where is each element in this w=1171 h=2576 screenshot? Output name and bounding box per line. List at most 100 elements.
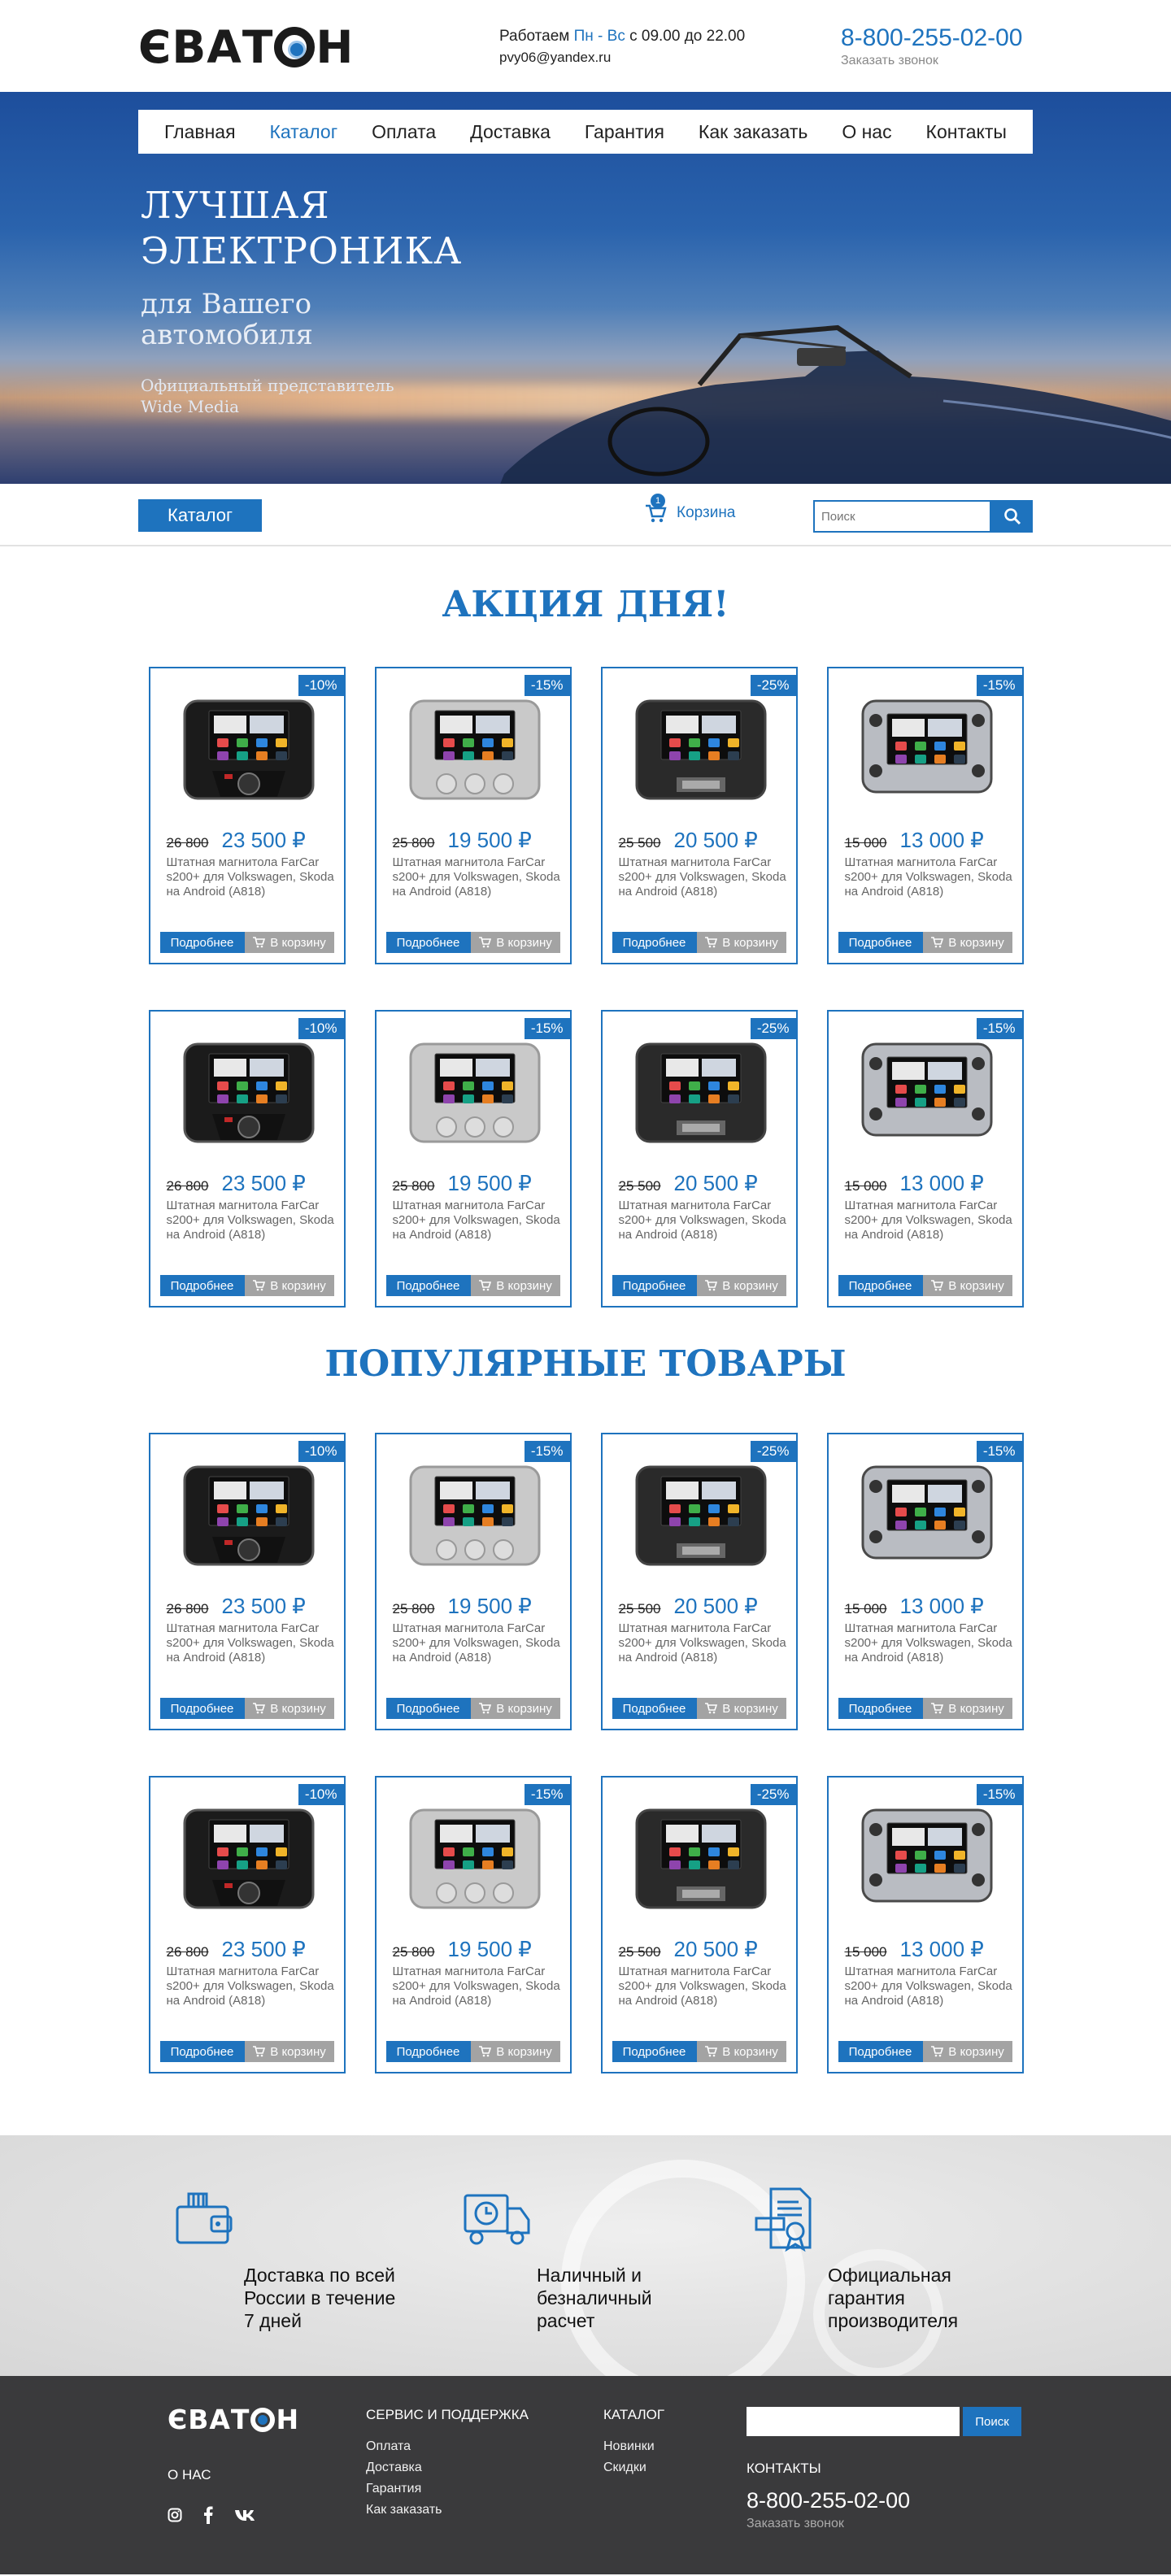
product-image[interactable] — [180, 1462, 318, 1566]
product-card[interactable]: -25% 25 500 20 500 ₽ Штатная магнитола F… — [600, 1776, 798, 2073]
product-name[interactable]: Штатная магнитола FarCar s200+ для Volks… — [393, 1965, 564, 2008]
add-to-cart-button[interactable]: В корзину — [244, 2041, 334, 2062]
product-image[interactable] — [180, 1039, 318, 1143]
product-name[interactable]: Штатная магнитола FarCar s200+ для Volks… — [167, 1199, 337, 1242]
email-link[interactable]: pvy06@yandex.ru — [499, 47, 745, 68]
product-image[interactable] — [180, 1805, 318, 1909]
add-to-cart-button[interactable]: В корзину — [244, 932, 334, 953]
product-card[interactable]: -25% 25 500 20 500 ₽ Штатная магнитола F… — [600, 667, 798, 964]
product-image[interactable] — [632, 1039, 770, 1143]
product-image[interactable] — [406, 1462, 544, 1566]
details-button[interactable]: Подробнее — [612, 932, 697, 953]
product-image[interactable] — [632, 1462, 770, 1566]
add-to-cart-button[interactable]: В корзину — [470, 2041, 560, 2062]
footer-link-discounts[interactable]: Скидки — [603, 2457, 664, 2478]
product-card[interactable]: -15% 15 000 13 000 ₽ Штатная магнитола F… — [826, 667, 1024, 964]
product-card[interactable]: -25% 25 500 20 500 ₽ Штатная магнитола F… — [600, 1433, 798, 1730]
product-card[interactable]: -25% 25 500 20 500 ₽ Штатная магнитола F… — [600, 1010, 798, 1308]
details-button[interactable]: Подробнее — [612, 1698, 697, 1719]
details-button[interactable]: Подробнее — [612, 1275, 697, 1296]
details-button[interactable]: Подробнее — [385, 932, 471, 953]
details-button[interactable]: Подробнее — [159, 2041, 245, 2062]
product-name[interactable]: Штатная магнитола FarCar s200+ для Volks… — [619, 855, 790, 899]
product-name[interactable]: Штатная магнитола FarCar s200+ для Volks… — [619, 1199, 790, 1242]
footer-link-delivery[interactable]: Доставка — [366, 2457, 529, 2478]
footer-callback-link[interactable]: Заказать звонок — [747, 2517, 910, 2531]
product-name[interactable]: Штатная магнитола FarCar s200+ для Volks… — [393, 1199, 564, 1242]
add-to-cart-button[interactable]: В корзину — [696, 932, 786, 953]
add-to-cart-button[interactable]: В корзину — [696, 1275, 786, 1296]
add-to-cart-button[interactable]: В корзину — [922, 1698, 1012, 1719]
add-to-cart-button[interactable]: В корзину — [470, 1275, 560, 1296]
footer-link-how-to-order[interactable]: Как заказать — [366, 2500, 529, 2521]
details-button[interactable]: Подробнее — [838, 1698, 923, 1719]
product-name[interactable]: Штатная магнитола FarCar s200+ для Volks… — [845, 1199, 1016, 1242]
details-button[interactable]: Подробнее — [385, 2041, 471, 2062]
add-to-cart-button[interactable]: В корзину — [922, 2041, 1012, 2062]
nav-item-warranty[interactable]: Гарантия — [585, 121, 664, 143]
product-image[interactable] — [858, 1039, 996, 1143]
cart-link[interactable]: 1 Корзина — [644, 494, 735, 524]
details-button[interactable]: Подробнее — [838, 2041, 923, 2062]
product-name[interactable]: Штатная магнитола FarCar s200+ для Volks… — [167, 1621, 337, 1665]
add-to-cart-button[interactable]: В корзину — [696, 2041, 786, 2062]
vk-icon[interactable] — [234, 2509, 257, 2522]
add-to-cart-button[interactable]: В корзину — [470, 1698, 560, 1719]
product-card[interactable]: -15% 15 000 13 000 ₽ Штатная магнитола F… — [826, 1433, 1024, 1730]
product-card[interactable]: -15% 25 800 19 500 ₽ Штатная магнитола F… — [374, 1776, 572, 2073]
product-card[interactable]: -15% 25 800 19 500 ₽ Штатная магнитола F… — [374, 1433, 572, 1730]
add-to-cart-button[interactable]: В корзину — [244, 1275, 334, 1296]
add-to-cart-button[interactable]: В корзину — [922, 1275, 1012, 1296]
product-name[interactable]: Штатная магнитола FarCar s200+ для Volks… — [393, 855, 564, 899]
footer-phone[interactable]: 8-800-255-02-00 — [747, 2488, 910, 2513]
product-card[interactable]: -15% 25 800 19 500 ₽ Штатная магнитола F… — [374, 1010, 572, 1308]
footer-link-payment[interactable]: Оплата — [366, 2436, 529, 2457]
product-name[interactable]: Штатная магнитола FarCar s200+ для Volks… — [393, 1621, 564, 1665]
product-name[interactable]: Штатная магнитола FarCar s200+ для Volks… — [619, 1621, 790, 1665]
details-button[interactable]: Подробнее — [385, 1275, 471, 1296]
add-to-cart-button[interactable]: В корзину — [696, 1698, 786, 1719]
product-card[interactable]: -10% 26 800 23 500 ₽ Штатная магнитола F… — [148, 1433, 346, 1730]
nav-item-how-to-order[interactable]: Как заказать — [699, 121, 808, 143]
search-button[interactable] — [991, 500, 1033, 533]
details-button[interactable]: Подробнее — [838, 1275, 923, 1296]
details-button[interactable]: Подробнее — [385, 1698, 471, 1719]
details-button[interactable]: Подробнее — [838, 932, 923, 953]
product-image[interactable] — [858, 696, 996, 800]
nav-item-home[interactable]: Главная — [164, 121, 236, 143]
nav-item-catalog[interactable]: Каталог — [270, 121, 338, 143]
product-image[interactable] — [858, 1462, 996, 1566]
nav-item-contacts[interactable]: Контакты — [926, 121, 1007, 143]
logo[interactable]: ЄВАТН — [138, 23, 354, 72]
product-card[interactable]: -15% 25 800 19 500 ₽ Штатная магнитола F… — [374, 667, 572, 964]
product-card[interactable]: -15% 15 000 13 000 ₽ Штатная магнитола F… — [826, 1010, 1024, 1308]
product-image[interactable] — [406, 696, 544, 800]
product-name[interactable]: Штатная магнитола FarCar s200+ для Volks… — [167, 1965, 337, 2008]
search-input[interactable] — [813, 500, 991, 533]
product-name[interactable]: Штатная магнитола FarCar s200+ для Volks… — [619, 1965, 790, 2008]
nav-item-about[interactable]: О нас — [842, 121, 891, 143]
callback-link[interactable]: Заказать звонок — [841, 52, 1023, 70]
product-image[interactable] — [858, 1805, 996, 1909]
catalog-button[interactable]: Каталог — [138, 499, 262, 532]
details-button[interactable]: Подробнее — [159, 1275, 245, 1296]
details-button[interactable]: Подробнее — [612, 2041, 697, 2062]
product-name[interactable]: Штатная магнитола FarCar s200+ для Volks… — [167, 855, 337, 899]
footer-search-input[interactable] — [747, 2407, 960, 2436]
product-name[interactable]: Штатная магнитола FarCar s200+ для Volks… — [845, 1621, 1016, 1665]
facebook-icon[interactable] — [203, 2506, 213, 2524]
product-card[interactable]: -10% 26 800 23 500 ₽ Штатная магнитола F… — [148, 667, 346, 964]
phone-number[interactable]: 8-800-255-02-00 — [841, 24, 1023, 52]
footer-logo[interactable]: ЄВАТН — [168, 2404, 299, 2435]
footer-search-button[interactable]: Поиск — [963, 2407, 1021, 2436]
details-button[interactable]: Подробнее — [159, 1698, 245, 1719]
footer-link-new[interactable]: Новинки — [603, 2436, 664, 2457]
instagram-icon[interactable] — [168, 2508, 182, 2522]
add-to-cart-button[interactable]: В корзину — [922, 932, 1012, 953]
product-card[interactable]: -10% 26 800 23 500 ₽ Штатная магнитола F… — [148, 1010, 346, 1308]
footer-about-link[interactable]: О НАС — [168, 2467, 211, 2483]
product-name[interactable]: Штатная магнитола FarCar s200+ для Volks… — [845, 1965, 1016, 2008]
product-card[interactable]: -15% 15 000 13 000 ₽ Штатная магнитола F… — [826, 1776, 1024, 2073]
add-to-cart-button[interactable]: В корзину — [244, 1698, 334, 1719]
nav-item-delivery[interactable]: Доставка — [470, 121, 551, 143]
